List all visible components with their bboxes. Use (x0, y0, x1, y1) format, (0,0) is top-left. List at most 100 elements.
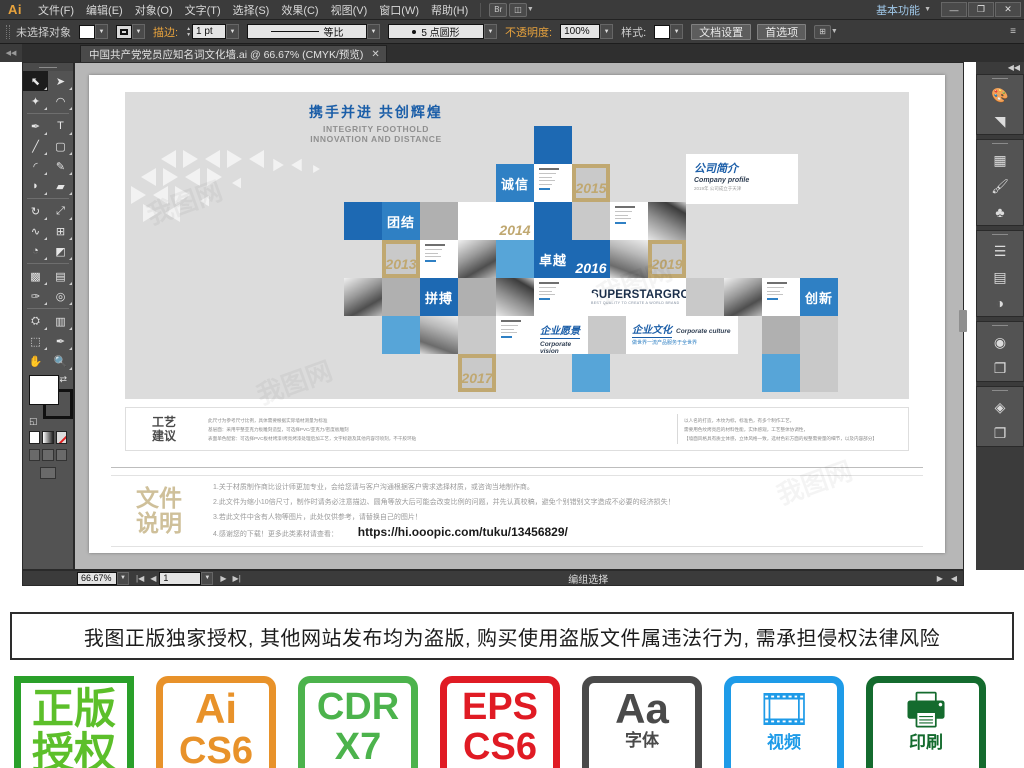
graphic-style-swatch[interactable] (654, 24, 671, 39)
default-fill-stroke-icon[interactable]: ◱ (29, 416, 38, 427)
menu-effect[interactable]: 效果(C) (275, 0, 324, 20)
rotate-tool[interactable]: ↻ (23, 201, 48, 221)
gradient-tool[interactable]: ▤ (48, 266, 73, 286)
slice-tool[interactable]: ✒ (48, 331, 73, 351)
bridge-icon[interactable]: Br (489, 2, 508, 17)
prev-artboard-icon[interactable]: ◀ (147, 574, 159, 583)
pathfinder-panel-icon[interactable]: ❐ (977, 355, 1023, 381)
swap-fill-stroke-icon[interactable]: ⇄ (59, 374, 67, 385)
opacity-chevron-down-icon[interactable]: ▼ (600, 24, 614, 39)
menu-edit[interactable]: 编辑(E) (80, 0, 129, 20)
brush-chevron-down-icon[interactable]: ▼ (484, 24, 498, 39)
color-mode-gradient[interactable] (42, 431, 54, 444)
swatches-panel-icon[interactable]: ▦ (977, 147, 1023, 173)
fill-chevron-down-icon[interactable]: ▼ (95, 24, 108, 39)
shape-builder-tool[interactable]: ◔ (23, 241, 48, 261)
zoom-tool[interactable]: 🔍 (48, 351, 73, 371)
menu-object[interactable]: 对象(O) (129, 0, 179, 20)
stroke-chevron-down-icon[interactable]: ▼ (132, 24, 145, 39)
workspace-chevron-down-icon[interactable]: ▼ (924, 6, 931, 13)
mesh-tool[interactable]: ▩ (23, 266, 48, 286)
status-collapse-icon[interactable]: ◀ (947, 574, 961, 583)
menu-select[interactable]: 选择(S) (227, 0, 276, 20)
workspace-switcher[interactable]: 基本功能 (876, 2, 920, 18)
zoom-chevron-down-icon[interactable]: ▼ (117, 571, 129, 585)
magic-wand-tool[interactable]: ✦ (23, 91, 48, 111)
menu-file[interactable]: 文件(F) (32, 0, 80, 20)
control-bar-grip[interactable] (6, 24, 10, 39)
blob-brush-tool[interactable]: ◗ (23, 176, 48, 196)
canvas-area[interactable]: 携手并进 共创辉煌 INTEGRITY FOOTHOLD INNOVATION … (74, 62, 964, 570)
arrange-chevron-down-icon[interactable]: ▼ (527, 6, 534, 13)
gradient-panel-icon[interactable]: ▤ (977, 264, 1023, 290)
change-screen-mode-icon[interactable] (40, 467, 56, 479)
stroke-weight-stepper[interactable]: ▲ ▼ (186, 26, 191, 38)
menu-type[interactable]: 文字(T) (179, 0, 227, 20)
close-button[interactable]: ✕ (995, 2, 1021, 17)
direct-selection-tool[interactable]: ➤ (48, 71, 73, 91)
screen-mode-fullscreen[interactable] (55, 449, 67, 461)
width-tool[interactable]: ∿ (23, 221, 48, 241)
artboard-number-input[interactable]: 1 (159, 571, 202, 585)
style-chevron-down-icon[interactable]: ▼ (670, 24, 684, 39)
arrange-documents-icon[interactable]: ◫ (509, 2, 527, 17)
screen-mode-fullscreen-menubar[interactable] (42, 449, 54, 461)
first-artboard-icon[interactable]: |◀ (133, 574, 147, 583)
perspective-grid-tool[interactable]: ◩ (48, 241, 73, 261)
pen-tool[interactable]: ✒ (23, 116, 48, 136)
dock-group-grip[interactable] (977, 231, 1023, 238)
document-close-icon[interactable]: ✕ (371, 49, 379, 60)
menu-help[interactable]: 帮助(H) (425, 0, 474, 20)
dock-group-grip[interactable] (977, 322, 1023, 329)
menu-window[interactable]: 窗口(W) (373, 0, 425, 20)
brush-definition-select[interactable]: 5 点圆形 (388, 24, 485, 39)
profile-chevron-down-icon[interactable]: ▼ (367, 24, 381, 39)
line-segment-tool[interactable]: ╱ (23, 136, 48, 156)
artboard-tool[interactable]: ⬚ (23, 331, 48, 351)
preferences-button[interactable]: 首选项 (757, 23, 807, 40)
pencil-tool[interactable]: ✎ (48, 156, 73, 176)
vertical-scrollbar-thumb[interactable] (959, 310, 967, 332)
fill-color-swatch[interactable] (79, 24, 95, 39)
blend-tool[interactable]: ◎ (48, 286, 73, 306)
selection-tool[interactable]: ⬉ (23, 71, 48, 91)
download-url[interactable]: https://hi.ooopic.com/tuku/13456829/ (358, 525, 568, 539)
tools-panel-grip[interactable] (23, 63, 73, 71)
paintbrush-tool[interactable]: ◜ (23, 156, 48, 176)
align-to-icon[interactable]: ⊞ (814, 24, 831, 39)
lasso-tool[interactable]: ◠ (48, 91, 73, 111)
eraser-tool[interactable]: ▰ (48, 176, 73, 196)
document-setup-button[interactable]: 文档设置 (691, 23, 752, 40)
dock-collapse-icon[interactable]: ◀◀ (976, 62, 1024, 74)
scale-tool[interactable]: ⤢ (48, 201, 73, 221)
dock-group-grip[interactable] (977, 140, 1023, 147)
minimize-button[interactable]: — (941, 2, 967, 17)
symbols-panel-icon[interactable]: ♣ (977, 199, 1023, 225)
type-tool[interactable]: T (48, 116, 73, 136)
color-panel-icon[interactable]: 🎨 (977, 82, 1023, 108)
color-mode-none[interactable] (55, 431, 67, 444)
variable-width-profile-select[interactable]: 等比 (247, 24, 368, 39)
maximize-button[interactable]: ❐ (968, 2, 994, 17)
screen-mode-normal[interactable] (29, 449, 41, 461)
column-graph-tool[interactable]: ▥ (48, 311, 73, 331)
stroke-weight-input[interactable]: 1 pt (192, 24, 227, 39)
eyedropper-tool[interactable]: ✑ (23, 286, 48, 306)
fill-swatch-large[interactable] (29, 375, 59, 405)
hand-tool[interactable]: ✋ (23, 351, 48, 371)
symbol-sprayer-tool[interactable]: ⛭ (23, 311, 48, 331)
stroke-weight-chevron-down-icon[interactable]: ▼ (226, 24, 240, 39)
free-transform-tool[interactable]: ⊞ (48, 221, 73, 241)
stroke-color-swatch[interactable] (116, 24, 132, 39)
align-chevron-down-icon[interactable]: ▼ (831, 28, 838, 35)
control-panel-menu-icon[interactable]: ≡ (1010, 26, 1016, 37)
next-artboard-icon[interactable]: ▶ (217, 574, 229, 583)
color-mode-solid[interactable] (29, 431, 41, 444)
status-expand-icon[interactable]: ▶ (933, 574, 947, 583)
color-guide-icon[interactable]: ◥ (977, 108, 1023, 134)
dock-group-grip[interactable] (977, 387, 1023, 394)
zoom-level-input[interactable]: 66.67% (77, 571, 117, 585)
layers-panel-icon[interactable]: ◈ (977, 394, 1023, 420)
stroke-panel-icon[interactable]: ◉ (977, 329, 1023, 355)
brushes-panel-icon[interactable]: 🖌 (977, 173, 1023, 199)
